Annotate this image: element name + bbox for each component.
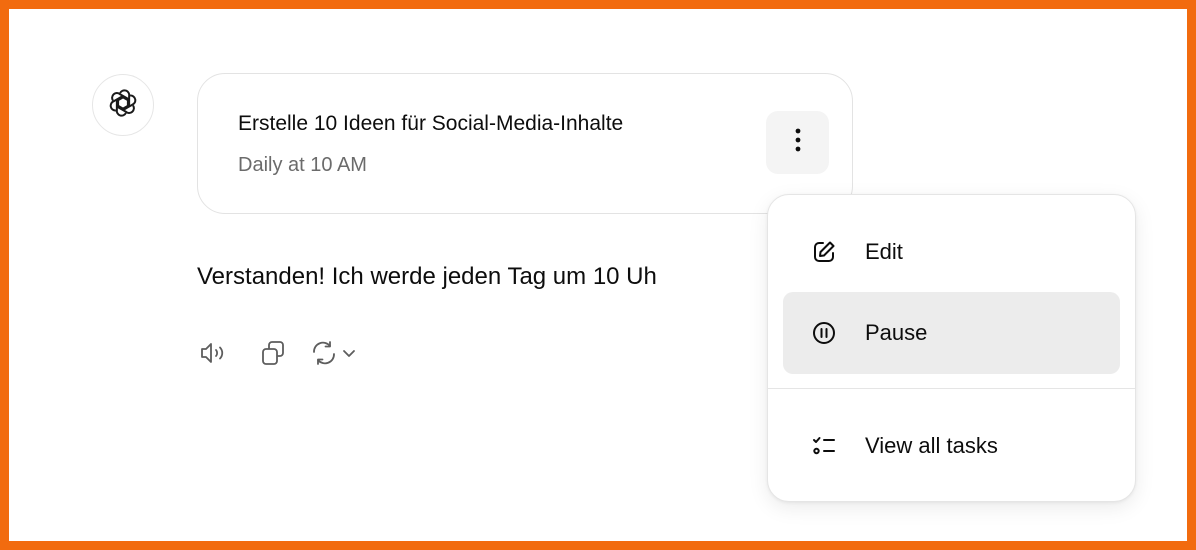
- message-actions: [197, 337, 357, 373]
- tasks-list-icon: [810, 432, 838, 460]
- menu-item-edit[interactable]: Edit: [783, 211, 1120, 293]
- copy-button[interactable]: [255, 339, 291, 372]
- more-options-button[interactable]: [766, 111, 829, 174]
- regenerate-icon: [309, 339, 339, 372]
- screenshot-frame: Erstelle 10 Ideen für Social-Media-Inhal…: [0, 0, 1196, 550]
- pause-icon: [810, 319, 838, 347]
- chevron-down-icon: [341, 346, 357, 364]
- menu-item-pause[interactable]: Pause: [783, 292, 1120, 374]
- openai-logo-icon: [107, 87, 139, 124]
- assistant-avatar: [92, 74, 154, 136]
- task-options-menu: Edit Pause View all tasks: [767, 194, 1136, 502]
- edit-icon: [810, 238, 838, 266]
- regenerate-button[interactable]: [309, 339, 357, 372]
- menu-item-view-all-tasks[interactable]: View all tasks: [783, 405, 1120, 487]
- task-schedule: Daily at 10 AM: [238, 154, 367, 176]
- copy-icon: [259, 339, 287, 372]
- menu-item-edit-label: Edit: [865, 239, 903, 264]
- assistant-message-text: Verstanden! Ich werde jeden Tag um 10 Uh: [197, 263, 657, 290]
- task-title: Erstelle 10 Ideen für Social-Media-Inhal…: [238, 112, 624, 135]
- read-aloud-button[interactable]: [197, 340, 233, 371]
- speaker-icon: [199, 340, 231, 371]
- menu-item-view-all-tasks-label: View all tasks: [865, 433, 998, 458]
- menu-divider: [768, 388, 1135, 389]
- vertical-ellipsis-icon: [795, 128, 801, 157]
- menu-item-pause-label: Pause: [865, 320, 928, 345]
- scheduled-task-card[interactable]: Erstelle 10 Ideen für Social-Media-Inhal…: [197, 73, 853, 214]
